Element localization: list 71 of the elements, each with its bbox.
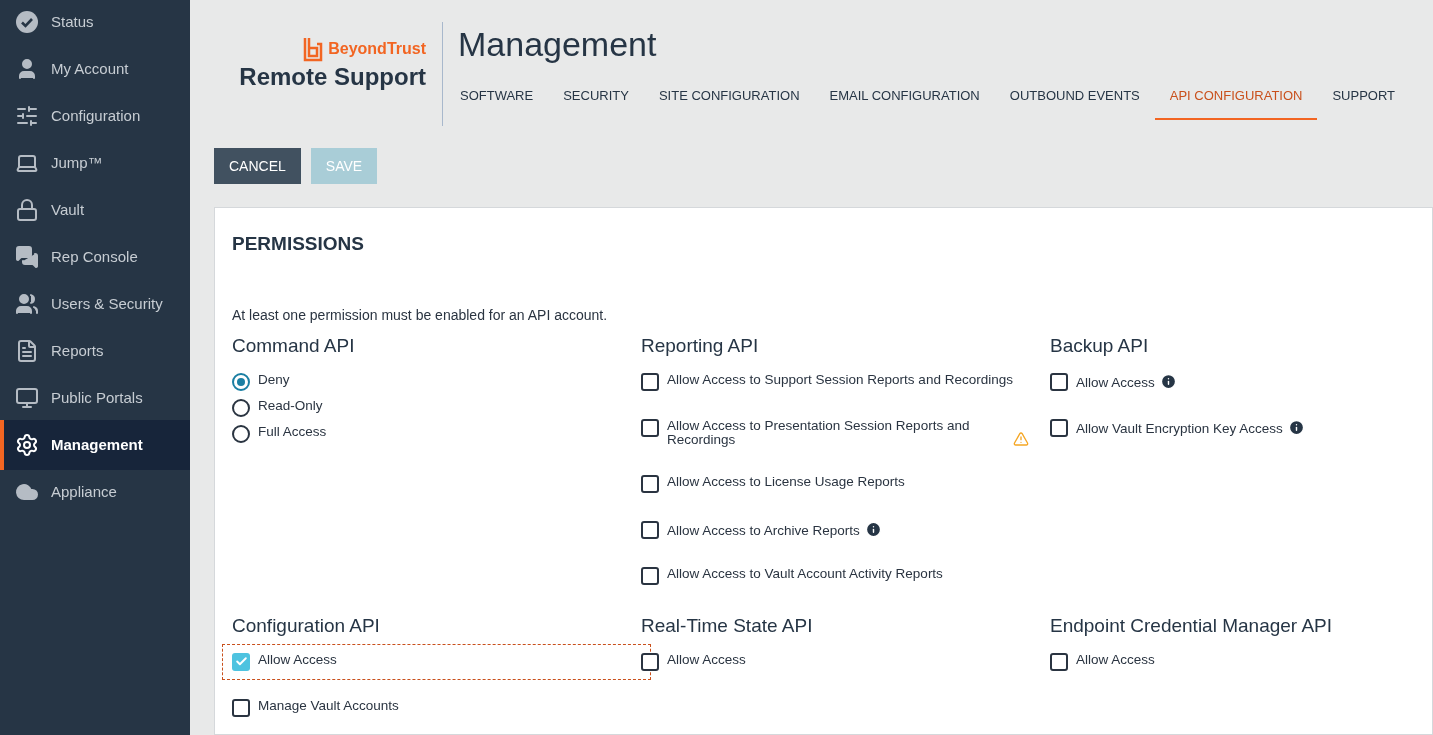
checkbox[interactable] <box>641 418 659 437</box>
option-label: Allow Access to Presentation Session Reports and Recordings <box>667 418 971 447</box>
checkbox[interactable] <box>641 652 659 671</box>
info-icon[interactable] <box>1287 418 1305 436</box>
option-label: Allow Access <box>667 652 746 667</box>
note-text: At least one permission must be enabled for an API account. <box>232 305 609 325</box>
option-label: Allow Access to License Usage Reports <box>667 474 905 489</box>
lock-icon <box>15 198 39 222</box>
sidebar-item[interactable]: Reports <box>0 326 190 376</box>
option-label: Full Access <box>258 424 327 439</box>
option-label: Allow Access <box>258 652 337 667</box>
info-icon[interactable] <box>864 520 882 538</box>
info-icon[interactable] <box>1159 372 1177 390</box>
section-title: PERMISSIONS <box>232 232 365 256</box>
sidebar-item[interactable]: My Account <box>0 44 190 94</box>
settings-icon <box>15 433 39 457</box>
option-label: Allow Access to Archive Reports <box>667 523 860 538</box>
checkbox[interactable] <box>641 372 659 391</box>
option-label: Deny <box>258 372 290 387</box>
tab[interactable]: API CONFIGURATION <box>1154 82 1318 120</box>
checkbox[interactable] <box>232 652 250 671</box>
monitor-icon <box>15 386 39 410</box>
group-title: Command API <box>232 333 356 358</box>
sidebar-item[interactable]: Appliance <box>0 467 190 517</box>
tab[interactable]: SITE CONFIGURATION <box>643 82 815 120</box>
checkbox[interactable] <box>1050 652 1068 671</box>
group-title: Reporting API <box>641 333 760 358</box>
radio-button[interactable] <box>232 424 250 443</box>
checkbox[interactable] <box>641 520 659 539</box>
sidebar-item[interactable]: Rep Console <box>0 232 190 282</box>
tab[interactable]: OUTBOUND EVENTS <box>994 82 1155 120</box>
sliders-icon <box>15 104 39 128</box>
group-title: Backup API <box>1050 333 1150 358</box>
check-icon <box>234 655 248 668</box>
radio-button[interactable] <box>232 398 250 417</box>
cancel-button[interactable]: CANCEL <box>214 148 301 184</box>
document-icon <box>15 339 39 363</box>
radio-button[interactable] <box>232 372 250 391</box>
option-label: Allow Access <box>1076 652 1155 667</box>
sidebar-item[interactable]: Jump™ <box>0 138 190 188</box>
checkbox[interactable] <box>1050 372 1068 391</box>
tab[interactable]: SECURITY <box>548 82 644 120</box>
option-label: Allow Access <box>1076 375 1155 390</box>
tab[interactable]: EMAIL CONFIGURATION <box>814 82 995 120</box>
checkbox[interactable] <box>232 698 250 717</box>
group-title: Configuration API <box>232 613 381 638</box>
option-label: Manage Vault Accounts <box>258 698 399 713</box>
group-title: Endpoint Credential Manager API <box>1050 613 1333 638</box>
checkbox[interactable] <box>641 474 659 493</box>
users-icon <box>15 292 39 316</box>
brand-name: BeyondTrust <box>328 39 426 59</box>
tab[interactable]: SUPPORT <box>1317 82 1411 120</box>
sidebar-item[interactable]: Status <box>0 0 190 47</box>
check-circle-icon <box>15 10 39 34</box>
group-title: Real-Time State API <box>641 613 814 638</box>
option-label: Read-Only <box>258 398 323 413</box>
product-name: Remote Support <box>239 62 426 92</box>
page-title: Management <box>458 24 658 65</box>
option-label: Allow Vault Encryption Key Access <box>1076 421 1283 436</box>
checkbox[interactable] <box>641 566 659 585</box>
checkbox[interactable] <box>1050 418 1068 437</box>
sidebar-item[interactable]: Vault <box>0 185 190 235</box>
chat-bubbles-icon <box>15 245 39 269</box>
option-label: Allow Access to Support Session Reports and Recordings <box>667 372 1013 387</box>
sidebar-item[interactable]: Users & Security <box>0 279 190 329</box>
sidebar-item[interactable]: Public Portals <box>0 373 190 423</box>
option-label: Allow Access to Vault Account Activity Reports <box>667 566 943 581</box>
sidebar-item[interactable]: Configuration <box>0 91 190 141</box>
sidebar-item[interactable]: Management <box>0 420 190 470</box>
tab[interactable]: SOFTWARE <box>458 82 549 120</box>
logo-icon <box>302 36 325 62</box>
